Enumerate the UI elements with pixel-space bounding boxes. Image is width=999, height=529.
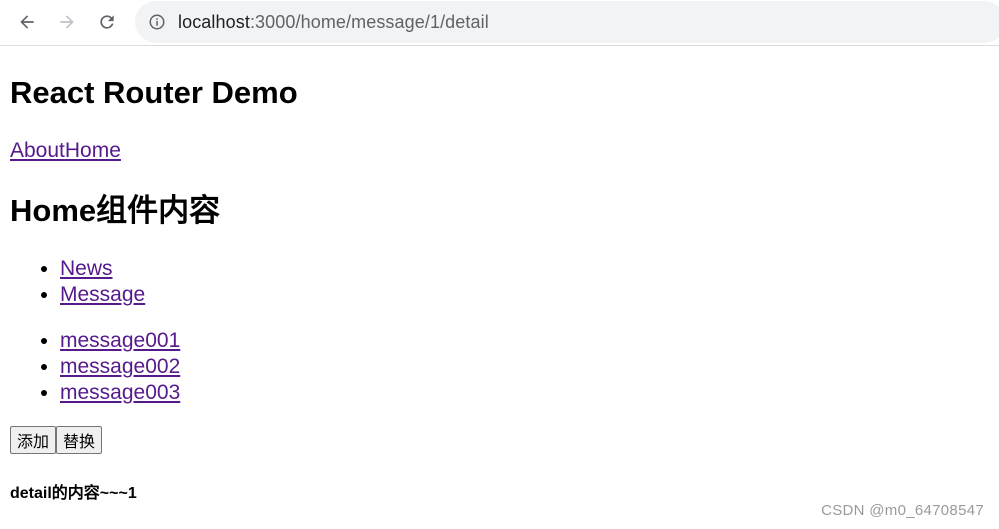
detail-content: detail的内容~~~1: [10, 485, 137, 502]
nav-link-home[interactable]: Home: [65, 139, 121, 162]
browser-toolbar: localhost:3000/home/message/1/detail: [0, 0, 999, 46]
message-list: message001 message002 message003: [0, 328, 180, 406]
list-item: News: [60, 256, 145, 282]
add-button[interactable]: 添加: [10, 426, 57, 454]
button-row: 添加 替换: [10, 426, 103, 454]
reload-icon: [100, 15, 114, 29]
watermark: CSDN @m0_64708547: [821, 502, 984, 519]
page-title: React Router Demo: [10, 75, 298, 110]
info-icon[interactable]: [148, 13, 166, 31]
url-path: :3000/home/message/1/detail: [249, 12, 489, 32]
tab-message[interactable]: Message: [60, 283, 145, 306]
message-link-3[interactable]: message003: [60, 381, 180, 404]
tab-news[interactable]: News: [60, 257, 113, 280]
home-tabs: News Message: [0, 256, 145, 308]
url-text: localhost:3000/home/message/1/detail: [178, 12, 489, 33]
nav-link-about[interactable]: About: [10, 139, 65, 162]
replace-button[interactable]: 替换: [56, 426, 103, 454]
arrow-right-icon: [60, 15, 74, 29]
url-host: localhost: [178, 12, 250, 32]
forward-button[interactable]: [54, 9, 80, 35]
address-bar[interactable]: localhost:3000/home/message/1/detail: [135, 1, 999, 43]
reload-button[interactable]: [94, 9, 120, 35]
back-button[interactable]: [14, 9, 40, 35]
home-heading: Home组件内容: [10, 193, 221, 228]
arrow-left-icon: [20, 15, 34, 29]
list-item: message003: [60, 380, 180, 406]
list-item: message001: [60, 328, 180, 354]
message-link-1[interactable]: message001: [60, 329, 180, 352]
list-item: Message: [60, 282, 145, 308]
message-link-2[interactable]: message002: [60, 355, 180, 378]
list-item: message002: [60, 354, 180, 380]
main-nav: AboutHome: [10, 138, 121, 164]
